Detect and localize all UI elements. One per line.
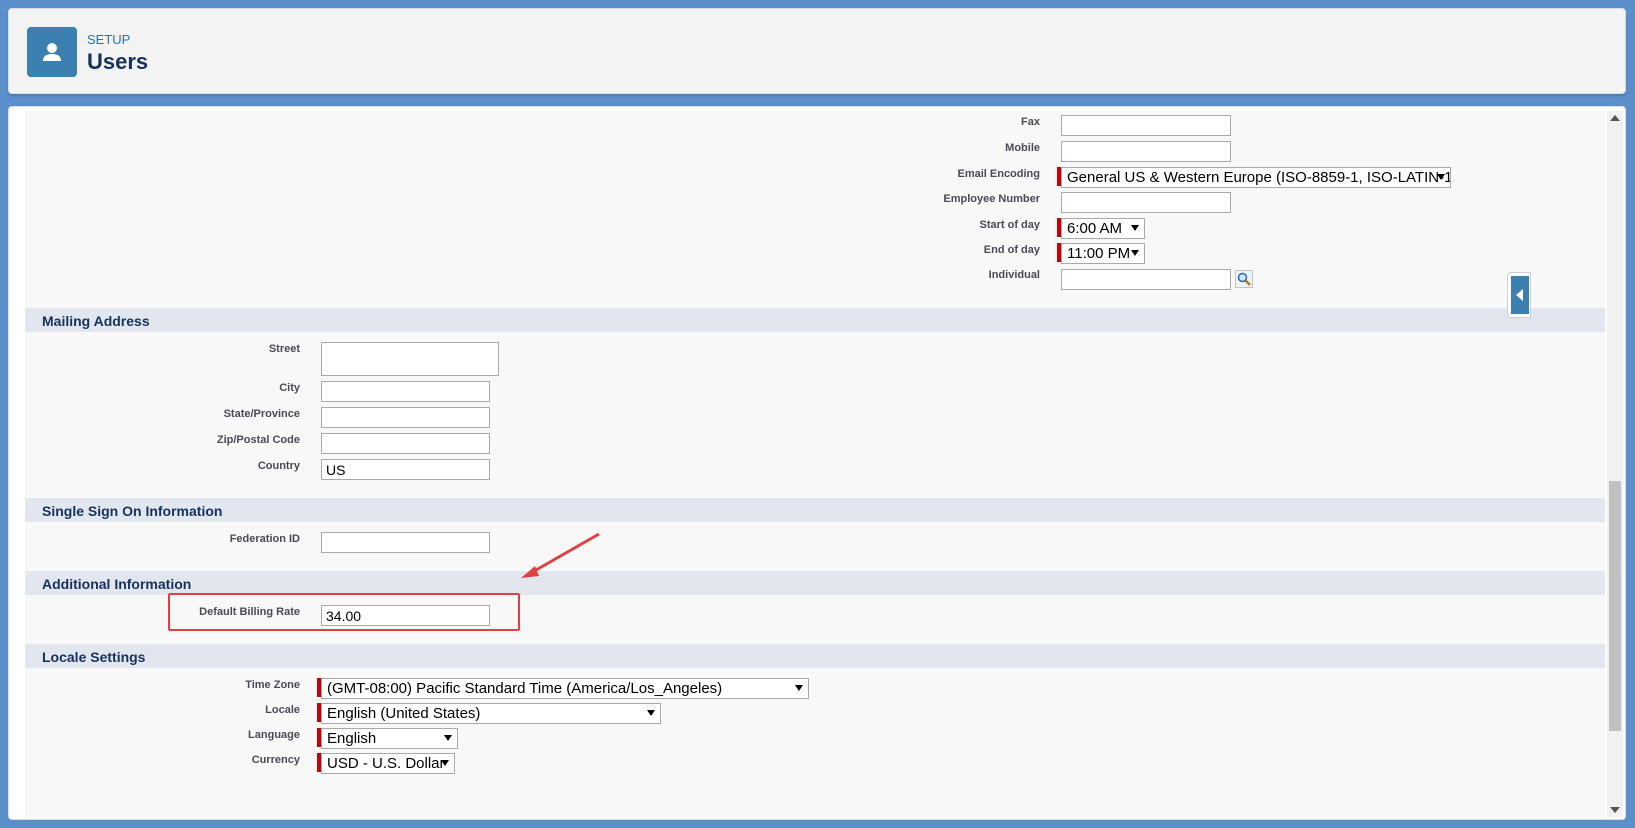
- zip-label: Zip/Postal Code: [216, 434, 300, 446]
- fax-field[interactable]: [1061, 115, 1231, 136]
- scroll-up-arrow-icon[interactable]: [1610, 115, 1620, 121]
- start-of-day-select[interactable]: 6:00 AM: [1061, 218, 1145, 239]
- side-panel-toggle[interactable]: [1507, 272, 1531, 318]
- chevron-down-icon: [1131, 250, 1139, 256]
- state-label: State/Province: [223, 408, 300, 420]
- breadcrumb-setup[interactable]: SETUP: [87, 32, 130, 47]
- vertical-scrollbar[interactable]: [1607, 111, 1623, 817]
- end-of-day-select[interactable]: 11:00 PM: [1061, 243, 1145, 264]
- email-encoding-select[interactable]: General US & Western Europe (ISO-8859-1,…: [1061, 167, 1451, 188]
- individual-label: Individual: [988, 269, 1040, 281]
- start-of-day-label: Start of day: [979, 219, 1040, 231]
- chevron-down-icon: [444, 735, 452, 741]
- mobile-label: Mobile: [1005, 142, 1040, 154]
- end-of-day-label: End of day: [983, 244, 1040, 256]
- language-value: English: [327, 730, 377, 747]
- currency-value: USD - U.S. Dollar: [327, 755, 445, 772]
- country-label: Country: [257, 460, 300, 472]
- annotation-highlight-box: [168, 593, 520, 631]
- sso-section-header: Single Sign On Information: [25, 498, 1605, 522]
- email-encoding-label: Email Encoding: [957, 168, 1040, 180]
- zip-field[interactable]: [321, 433, 490, 454]
- language-select[interactable]: English: [321, 728, 458, 749]
- user-edit-form: Fax Mobile Email Encoding General US & W…: [25, 111, 1605, 817]
- locale-label: Locale: [265, 704, 300, 716]
- annotation-arrow-icon: [521, 532, 600, 578]
- user-icon: [27, 27, 77, 77]
- city-label: City: [279, 382, 300, 394]
- mobile-field[interactable]: [1061, 141, 1231, 162]
- employee-number-label: Employee Number: [943, 193, 1040, 205]
- collapse-left-icon: [1511, 276, 1529, 314]
- currency-label: Currency: [251, 754, 300, 766]
- locale-select[interactable]: English (United States): [321, 703, 661, 724]
- employee-number-field[interactable]: [1061, 192, 1231, 213]
- lookup-search-icon[interactable]: [1235, 270, 1253, 288]
- main-panel: Fax Mobile Email Encoding General US & W…: [8, 106, 1626, 820]
- email-encoding-value: General US & Western Europe (ISO-8859-1,…: [1067, 169, 1451, 186]
- individual-field[interactable]: [1061, 269, 1231, 290]
- chevron-down-icon: [647, 710, 655, 716]
- chevron-down-icon: [1437, 174, 1445, 180]
- fax-label: Fax: [1021, 116, 1040, 128]
- page-header: SETUP Users: [8, 8, 1626, 94]
- start-of-day-value: 6:00 AM: [1067, 220, 1123, 237]
- chevron-down-icon: [1131, 225, 1139, 231]
- time-zone-label: Time Zone: [245, 679, 300, 691]
- time-zone-select[interactable]: (GMT-08:00) Pacific Standard Time (Ameri…: [321, 678, 809, 699]
- locale-settings-section-header: Locale Settings: [25, 644, 1605, 668]
- street-label: Street: [268, 343, 300, 355]
- additional-info-section-header: Additional Information: [25, 571, 1605, 595]
- federation-id-label: Federation ID: [229, 533, 300, 545]
- city-field[interactable]: [321, 381, 490, 402]
- chevron-down-icon: [795, 685, 803, 691]
- time-zone-value: (GMT-08:00) Pacific Standard Time (Ameri…: [327, 680, 723, 697]
- chevron-down-icon: [441, 760, 449, 766]
- end-of-day-value: 11:00 PM: [1067, 245, 1131, 262]
- scroll-down-arrow-icon[interactable]: [1610, 807, 1620, 813]
- country-field[interactable]: [321, 459, 490, 480]
- page-title: Users: [87, 49, 149, 74]
- currency-select[interactable]: USD - U.S. Dollar: [321, 753, 455, 774]
- locale-value: English (United States): [327, 705, 481, 722]
- street-field[interactable]: [321, 342, 499, 376]
- state-field[interactable]: [321, 407, 490, 428]
- language-label: Language: [248, 729, 300, 741]
- mailing-address-section-header: Mailing Address: [25, 308, 1605, 332]
- scrollbar-thumb[interactable]: [1609, 481, 1621, 731]
- federation-id-field[interactable]: [321, 532, 490, 553]
